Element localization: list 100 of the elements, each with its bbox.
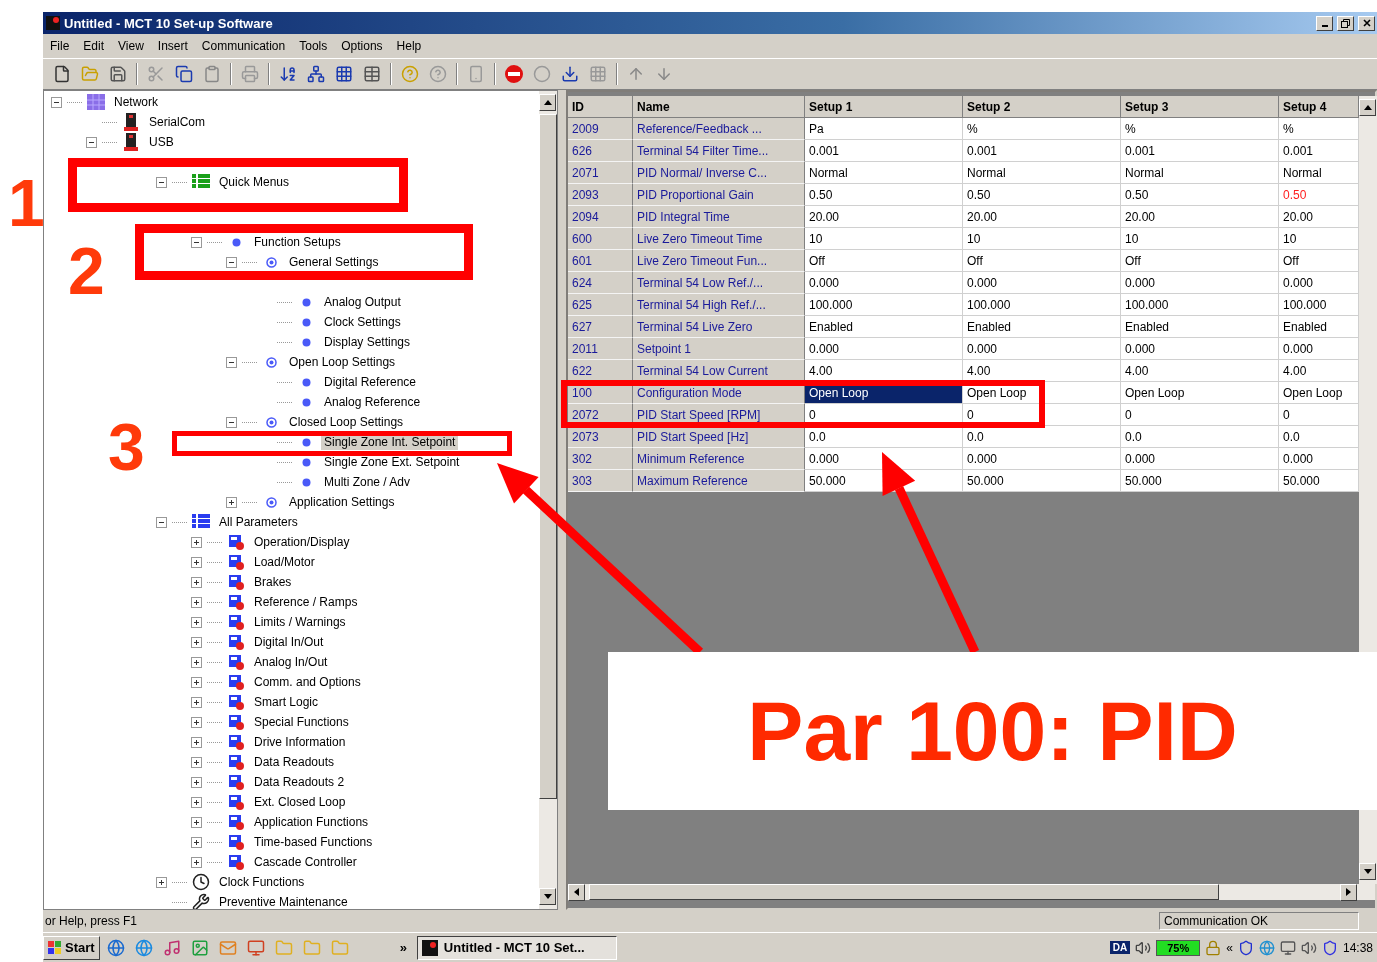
menu-item[interactable]: Communication xyxy=(194,39,293,53)
expand-toggle[interactable] xyxy=(191,656,202,668)
tray-badge[interactable]: DA xyxy=(1109,941,1131,954)
tree-item[interactable]: Data Readouts xyxy=(251,754,338,770)
table-cell[interactable]: 0.000 xyxy=(1121,272,1279,294)
table-cell[interactable]: Pa xyxy=(805,118,963,140)
table-cell[interactable]: Normal xyxy=(1279,162,1359,184)
restore-button[interactable] xyxy=(1337,15,1354,31)
tree-item[interactable]: Smart Logic xyxy=(251,694,322,710)
collapse-toggle[interactable] xyxy=(156,176,167,188)
table-cell[interactable]: 10 xyxy=(1121,228,1279,250)
table-cell[interactable]: 0.000 xyxy=(1121,338,1279,360)
expand-toggle[interactable] xyxy=(191,796,202,808)
table-cell[interactable]: Enabled xyxy=(805,316,963,338)
expand-toggle[interactable] xyxy=(191,596,202,608)
tree-item[interactable]: Clock Functions xyxy=(216,874,308,890)
minimize-button[interactable] xyxy=(1316,15,1333,31)
media-icon[interactable] xyxy=(162,938,181,957)
tree-item[interactable]: Reference / Ramps xyxy=(251,594,361,610)
tree-item[interactable]: Clock Settings xyxy=(321,314,404,330)
tree-item[interactable]: Ext. Closed Loop xyxy=(251,794,349,810)
table-cell[interactable]: 50.000 xyxy=(1121,470,1279,492)
table-cell[interactable]: 50.000 xyxy=(1279,470,1359,492)
expand-toggle[interactable] xyxy=(191,576,202,588)
table-cell[interactable]: Open Loop xyxy=(1279,382,1359,404)
table-cell[interactable]: % xyxy=(963,118,1121,140)
tree-item[interactable]: USB xyxy=(146,134,177,150)
tree-item[interactable]: Display Settings xyxy=(321,334,414,350)
table-cell[interactable]: 0.0 xyxy=(805,426,963,448)
expand-toggle[interactable] xyxy=(191,636,202,648)
tree-item[interactable]: Application Functions xyxy=(251,814,372,830)
scroll-up-button[interactable] xyxy=(539,94,556,111)
table-cell[interactable]: 20.00 xyxy=(963,206,1121,228)
tree-item[interactable]: Analog Reference xyxy=(321,394,424,410)
tree-item[interactable]: SerialCom xyxy=(146,114,208,130)
tree-item[interactable]: Closed Loop Settings xyxy=(286,414,407,430)
tree-item[interactable]: Digital In/Out xyxy=(251,634,327,650)
table-cell[interactable]: % xyxy=(1121,118,1279,140)
expand-toggle[interactable] xyxy=(191,556,202,568)
scroll-down-button[interactable] xyxy=(1359,863,1376,880)
tree-item[interactable]: Limits / Warnings xyxy=(251,614,349,630)
table-cell[interactable]: 0.000 xyxy=(1279,338,1359,360)
table-cell[interactable]: 100.000 xyxy=(963,294,1121,316)
table-cell[interactable]: 20.00 xyxy=(1121,206,1279,228)
table-cell[interactable]: 20.00 xyxy=(805,206,963,228)
table-cell[interactable]: 0.000 xyxy=(805,338,963,360)
table-cell[interactable]: 0.000 xyxy=(963,338,1121,360)
expand-toggle[interactable] xyxy=(191,536,202,548)
scroll-left-button[interactable] xyxy=(568,883,585,901)
scrollbar-thumb[interactable] xyxy=(539,114,557,799)
expand-toggle[interactable] xyxy=(191,616,202,628)
table-cell[interactable]: 10 xyxy=(1279,228,1359,250)
column-header[interactable]: Setup 4 xyxy=(1279,96,1359,118)
table-cell[interactable]: 4.00 xyxy=(1121,360,1279,382)
expand-toggle[interactable] xyxy=(226,496,237,508)
tree-item[interactable]: Drive Information xyxy=(251,734,349,750)
collapse-toggle[interactable] xyxy=(51,96,62,108)
table-cell[interactable]: 0.000 xyxy=(1121,448,1279,470)
expand-toggle[interactable] xyxy=(156,876,167,888)
expand-toggle[interactable] xyxy=(191,776,202,788)
tree-item[interactable]: Cascade Controller xyxy=(251,854,360,870)
scroll-up-button[interactable] xyxy=(1359,99,1376,116)
tree-item[interactable]: Function Setups xyxy=(251,234,344,250)
column-header[interactable]: Name xyxy=(633,96,805,118)
table-cell[interactable]: 4.00 xyxy=(963,360,1121,382)
tree-item[interactable]: Open Loop Settings xyxy=(286,354,399,370)
table-cell[interactable]: 0.000 xyxy=(1279,448,1359,470)
table-cell[interactable]: 0.50 xyxy=(963,184,1121,206)
table-cell[interactable]: Enabled xyxy=(963,316,1121,338)
tree-item[interactable]: Application Settings xyxy=(286,494,398,510)
table-cell[interactable]: 0.0 xyxy=(1121,426,1279,448)
table-cell[interactable]: 0.000 xyxy=(963,272,1121,294)
table-cell[interactable]: 100.000 xyxy=(805,294,963,316)
table-cell[interactable]: 0.001 xyxy=(963,140,1121,162)
table-cell[interactable]: 4.00 xyxy=(1279,360,1359,382)
table-cell[interactable]: 50.000 xyxy=(963,470,1121,492)
table-cell[interactable]: Enabled xyxy=(1279,316,1359,338)
tree-item[interactable]: Data Readouts 2 xyxy=(251,774,348,790)
table-cell[interactable]: 0.000 xyxy=(805,448,963,470)
shield-icon[interactable] xyxy=(1321,939,1338,956)
menu-item[interactable]: Tools xyxy=(292,39,335,53)
table-cell[interactable]: Normal xyxy=(805,162,963,184)
table-cell[interactable]: 100.000 xyxy=(1279,294,1359,316)
table-cell[interactable]: 0.000 xyxy=(963,448,1121,470)
tree-item[interactable]: Network xyxy=(111,94,161,110)
expand-toggle[interactable] xyxy=(191,836,202,848)
collapse-toggle[interactable] xyxy=(226,416,237,428)
expand-toggle[interactable] xyxy=(191,816,202,828)
menu-item[interactable]: File xyxy=(43,39,77,53)
table-cell[interactable]: 0.50 xyxy=(1279,184,1359,206)
table-cell[interactable]: Off xyxy=(1121,250,1279,272)
expand-toggle[interactable] xyxy=(191,756,202,768)
expand-toggle[interactable] xyxy=(191,716,202,728)
close-button[interactable] xyxy=(1358,15,1375,31)
menu-item[interactable]: Options xyxy=(334,39,390,53)
table-cell[interactable]: 0.50 xyxy=(805,184,963,206)
column-header[interactable]: ID xyxy=(568,96,633,118)
table-cell[interactable]: % xyxy=(1279,118,1359,140)
collapse-toggle[interactable] xyxy=(226,356,237,368)
menu-item[interactable]: View xyxy=(111,39,151,53)
